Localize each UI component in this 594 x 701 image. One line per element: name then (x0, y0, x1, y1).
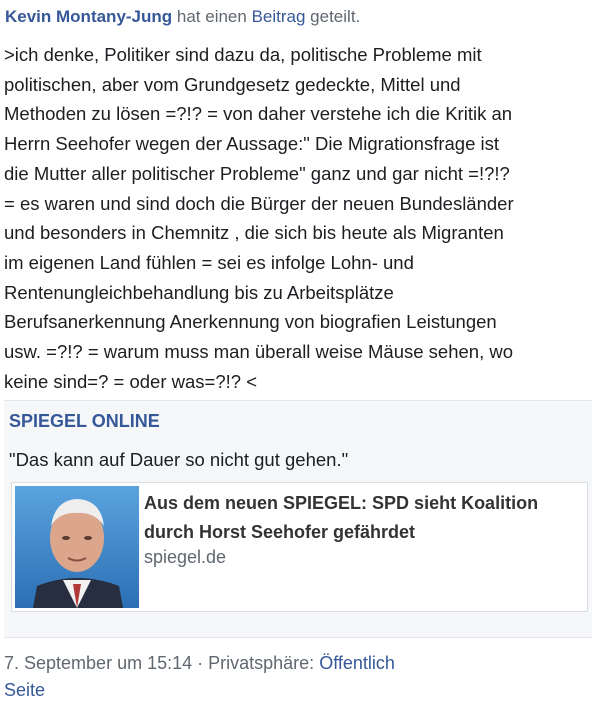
portrait-image (15, 486, 139, 608)
post-footer: 7. September um 15:14 · Privatsphäre: Öf… (4, 653, 395, 674)
post-line: = es waren und sind doch die Bürger der … (4, 192, 514, 214)
post-line: die Mutter aller politischer Probleme" g… (4, 162, 510, 184)
shared-source-link[interactable]: SPIEGEL ONLINE (9, 411, 160, 432)
article-thumbnail[interactable] (15, 486, 139, 608)
post-timestamp[interactable]: 7. September um 15:14 (4, 653, 192, 673)
post-line: Rentenungleichbehandlung bis zu Arbeitsp… (4, 281, 394, 303)
bottom-link[interactable]: Seite (4, 680, 45, 701)
post-line: >ich denke, Politiker sind dazu da, poli… (4, 44, 482, 65)
privacy-setting-link[interactable]: Öffentlich (319, 653, 395, 673)
post-line: Berufsanerkennung Anerkennung von biogra… (4, 311, 497, 333)
author-link[interactable]: Kevin Montany-Jung (5, 7, 172, 26)
post-line: Herrn Seehofer wegen der Aussage:" Die M… (4, 133, 500, 155)
post-line: usw. =?!? = warum muss man überall weise… (4, 341, 513, 363)
post-line: Methoden zu lösen =?!? = von daher verst… (4, 103, 513, 125)
post-type-link[interactable]: Beitrag (252, 7, 306, 26)
header-text-after: geteilt. (305, 7, 361, 26)
shared-post[interactable]: SPIEGEL ONLINE "Das kann auf Dauer so ni… (4, 400, 592, 638)
post-line: im eigenen Land fühlen = sei es infolge … (4, 251, 414, 273)
post-line: politischen, aber vom Grundgesetz gedeck… (4, 73, 461, 95)
post-line: und besonders in Chemnitz , die sich bis… (4, 222, 504, 244)
footer-separator: · (192, 653, 209, 673)
post-line: keine sind=? = oder was=?!? < (4, 370, 258, 392)
post-header: Kevin Montany-Jung hat einen Beitrag get… (5, 6, 360, 28)
link-preview-card[interactable]: Aus dem neuen SPIEGEL: SPD sieht Koaliti… (11, 482, 588, 612)
privacy-label: Privatsphäre: (208, 653, 320, 673)
post-text: >ich denke, Politiker sind dazu da, poli… (4, 40, 588, 396)
article-domain: spiegel.de (144, 547, 227, 567)
article-title[interactable]: Aus dem neuen SPIEGEL: SPD sieht Koaliti… (144, 489, 574, 547)
shared-quote: "Das kann auf Dauer so nicht gut gehen." (9, 449, 349, 470)
header-text-before: hat einen (172, 7, 252, 26)
